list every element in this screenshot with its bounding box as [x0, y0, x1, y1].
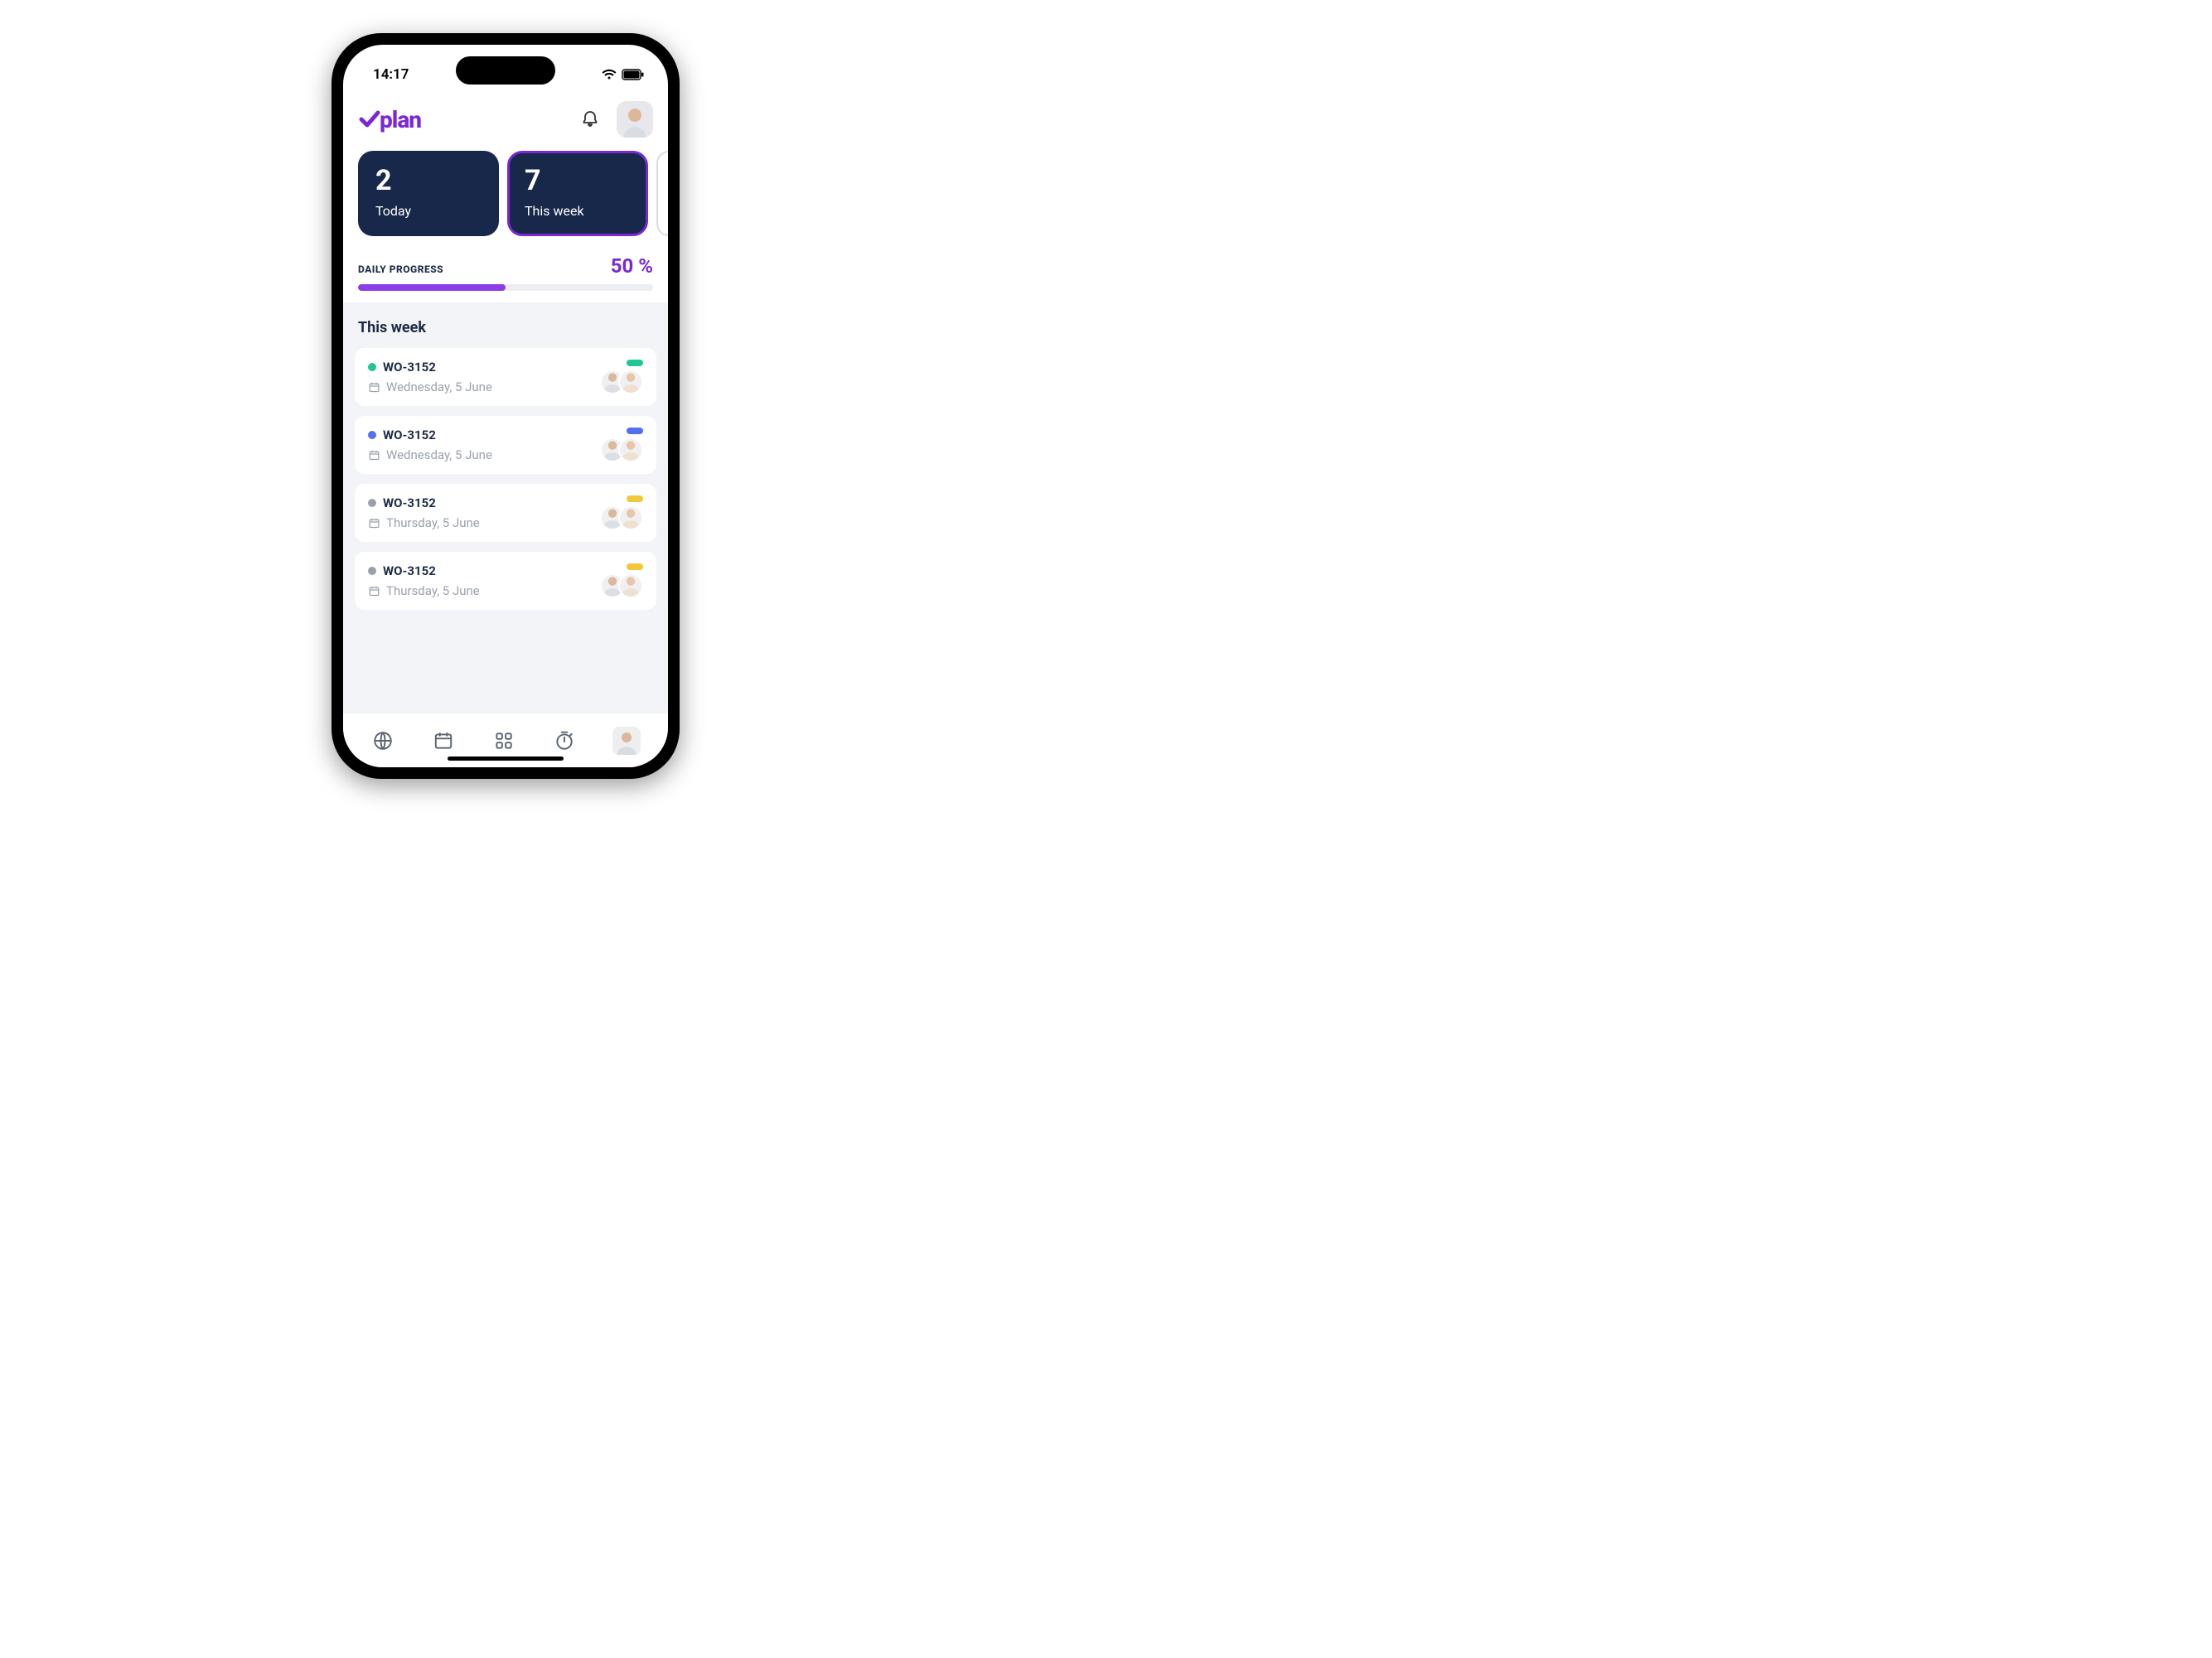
status-time: 14:17: [373, 66, 409, 83]
assignees: [600, 437, 643, 462]
globe-icon: [372, 730, 394, 752]
assignee-avatar: [618, 370, 643, 394]
progress-percent: 50 %: [611, 254, 653, 278]
assignee-avatar: [618, 505, 643, 530]
list-title: This week: [343, 302, 668, 348]
bell-icon: [580, 109, 600, 129]
stat-value: 7: [525, 167, 631, 195]
assignee-avatar: [618, 573, 643, 598]
stat-value: 2: [375, 167, 482, 195]
assignees: [600, 505, 643, 530]
home-indicator: [448, 756, 564, 761]
task-date: Wednesday, 5 June: [386, 379, 492, 394]
calendar-icon: [368, 449, 380, 462]
task-title: WO-3152: [383, 360, 436, 375]
progress-bar: [358, 284, 653, 291]
task-date: Wednesday, 5 June: [386, 447, 492, 462]
task-title: WO-3152: [383, 428, 436, 442]
grid-icon: [493, 730, 515, 752]
stopwatch-icon: [554, 730, 575, 752]
status-pill: [627, 360, 643, 366]
assignee-avatar: [618, 437, 643, 462]
task-card[interactable]: WO-3152 Wednesday, 5 June: [355, 348, 656, 406]
task-date: Thursday, 5 June: [386, 515, 480, 530]
stat-card-this-week[interactable]: 7 This week: [507, 151, 648, 236]
brand-logo: plan: [358, 106, 421, 133]
status-dot: [368, 431, 376, 439]
status-dot: [368, 499, 376, 507]
nav-calendar[interactable]: [431, 728, 456, 753]
task-card[interactable]: WO-3152 Wednesday, 5 June: [355, 416, 656, 474]
task-card[interactable]: WO-3152 Thursday, 5 June: [355, 552, 656, 610]
daily-progress: DAILY PROGRESS 50 %: [343, 236, 668, 302]
task-title: WO-3152: [383, 563, 436, 578]
status-pill: [627, 563, 643, 570]
person-icon: [612, 727, 641, 755]
calendar-icon: [368, 517, 380, 529]
task-date: Thursday, 5 June: [386, 583, 480, 598]
status-dot: [368, 567, 376, 575]
check-logo-icon: [358, 108, 381, 131]
calendar-icon: [368, 585, 380, 597]
status-dot: [368, 363, 376, 371]
nav-timer[interactable]: [552, 728, 577, 753]
wifi-icon: [602, 69, 617, 80]
stat-card-today[interactable]: 2 Today: [358, 151, 499, 236]
profile-avatar[interactable]: [617, 101, 653, 138]
assignees: [600, 370, 643, 394]
stat-card-next[interactable]: [656, 151, 668, 236]
task-card[interactable]: WO-3152 Thursday, 5 June: [355, 484, 656, 542]
calendar-icon: [368, 381, 380, 394]
battery-icon: [622, 69, 645, 80]
stat-label: Today: [375, 203, 482, 219]
nav-globe[interactable]: [370, 728, 395, 753]
stat-cards-row: 2 Today 7 This week: [343, 151, 668, 236]
task-title: WO-3152: [383, 495, 436, 510]
status-pill: [627, 495, 643, 502]
progress-title: DAILY PROGRESS: [358, 263, 443, 275]
brand-text: plan: [380, 106, 421, 133]
status-pill: [627, 428, 643, 434]
stat-label: This week: [525, 203, 631, 219]
task-list-area: This week WO-3152 Wednesday, 5 June: [343, 302, 668, 713]
person-icon: [617, 101, 653, 138]
progress-fill: [358, 284, 506, 291]
calendar-icon: [433, 730, 454, 752]
notifications-button[interactable]: [578, 108, 602, 131]
nav-profile[interactable]: [612, 727, 641, 755]
assignees: [600, 573, 643, 598]
nav-grid[interactable]: [491, 728, 516, 753]
app-header: plan: [343, 89, 668, 151]
